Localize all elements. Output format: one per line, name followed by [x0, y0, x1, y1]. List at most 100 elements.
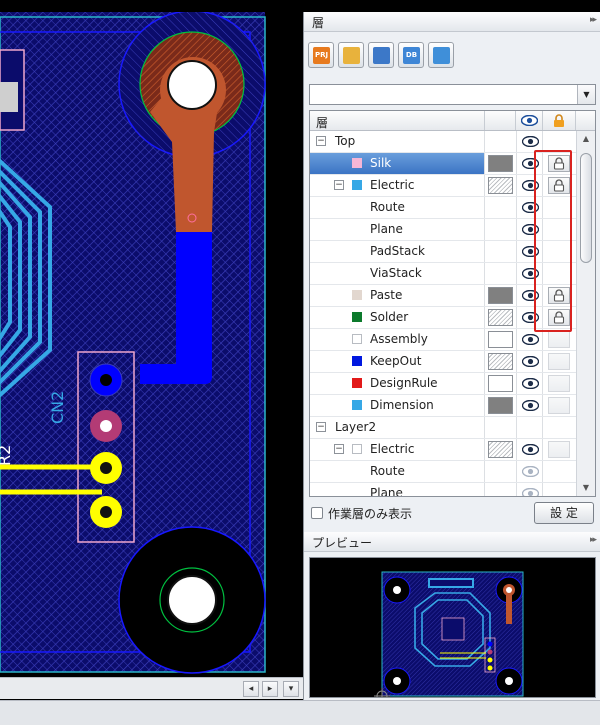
visibility-cell[interactable] — [516, 351, 543, 372]
layer-row[interactable]: DesignRule — [310, 373, 576, 395]
layer-display-color[interactable] — [488, 397, 513, 414]
visibility-cell[interactable] — [516, 131, 543, 152]
layer-row[interactable]: − Electric — [310, 439, 576, 461]
layer-name-cell[interactable]: Assembly — [310, 329, 485, 350]
layer-row[interactable]: ViaStack — [310, 263, 576, 285]
layer-row[interactable]: Route — [310, 461, 576, 483]
layer-display-color[interactable] — [488, 353, 513, 370]
layer-row[interactable]: KeepOut — [310, 351, 576, 373]
layer-filter-combo[interactable]: ▼ — [309, 84, 596, 105]
visibility-cell[interactable] — [516, 395, 543, 416]
only-work-layer-checkbox[interactable] — [311, 507, 323, 519]
scroll-down-button[interactable]: ▾ — [283, 681, 299, 697]
layer-name-cell[interactable]: Plane — [310, 219, 485, 240]
visibility-cell[interactable] — [516, 175, 543, 196]
lock-toggle[interactable] — [548, 397, 570, 414]
lock-toggle[interactable] — [548, 441, 570, 458]
lock-cell[interactable] — [543, 285, 576, 306]
settings-button[interactable]: 設 定 — [534, 502, 594, 524]
layer-name-cell[interactable]: − Layer2 — [310, 417, 485, 438]
layer-display-color[interactable] — [488, 177, 513, 194]
lock-toggle[interactable] — [548, 353, 570, 370]
lock-cell[interactable] — [543, 131, 576, 152]
layer-display-color[interactable] — [488, 155, 513, 172]
chevron-down-icon[interactable]: ▼ — [577, 85, 595, 104]
layer-row[interactable]: − Top — [310, 131, 576, 153]
lock-cell[interactable] — [543, 153, 576, 174]
lock-toggle[interactable] — [548, 287, 570, 304]
grid-tool-button[interactable] — [428, 42, 454, 68]
scroll-right-button[interactable]: ▸ — [262, 681, 278, 697]
layer-row[interactable]: − Layer2 — [310, 417, 576, 439]
visibility-cell[interactable] — [516, 241, 543, 262]
lock-cell[interactable] — [543, 307, 576, 328]
project-tool-button[interactable]: PRJ — [308, 42, 334, 68]
lock-cell[interactable] — [543, 329, 576, 350]
visibility-cell[interactable] — [516, 373, 543, 394]
layer-name-cell[interactable]: DesignRule — [310, 373, 485, 394]
visibility-cell[interactable] — [516, 461, 543, 482]
lock-cell[interactable] — [543, 395, 576, 416]
layer-name-cell[interactable]: Route — [310, 461, 485, 482]
collapse-toggle-icon[interactable]: − — [334, 444, 344, 454]
layer-row[interactable]: − Electric — [310, 175, 576, 197]
layer-row[interactable]: Plane — [310, 483, 576, 496]
lock-cell[interactable] — [543, 175, 576, 196]
layer-name-cell[interactable]: Dimension — [310, 395, 485, 416]
lock-cell[interactable] — [543, 417, 576, 438]
visibility-cell[interactable] — [516, 197, 543, 218]
layer-name-cell[interactable]: Route — [310, 197, 485, 218]
lock-toggle[interactable] — [548, 331, 570, 348]
layer-row[interactable]: Assembly — [310, 329, 576, 351]
lock-toggle[interactable] — [548, 309, 570, 326]
layer-display-color[interactable] — [488, 309, 513, 326]
layer-row[interactable]: Plane — [310, 219, 576, 241]
layer-row[interactable]: Dimension — [310, 395, 576, 417]
lock-cell[interactable] — [543, 373, 576, 394]
layer-name-cell[interactable]: ViaStack — [310, 263, 485, 284]
layer-name-cell[interactable]: Silk — [310, 153, 485, 174]
layer-grid-scrollbar[interactable]: ▲ ▼ — [576, 131, 595, 496]
layer-name-cell[interactable]: Plane — [310, 483, 485, 496]
visibility-cell[interactable] — [516, 285, 543, 306]
layer-name-cell[interactable]: − Electric — [310, 439, 485, 460]
layer-name-cell[interactable]: Paste — [310, 285, 485, 306]
collapse-toggle-icon[interactable]: − — [334, 180, 344, 190]
collapse-toggle-icon[interactable]: − — [316, 422, 326, 432]
lock-cell[interactable] — [543, 439, 576, 460]
canvas-scrollbar[interactable]: ◂ ▸ ▾ — [0, 677, 303, 699]
visibility-cell[interactable] — [516, 219, 543, 240]
visibility-cell[interactable] — [516, 307, 543, 328]
lock-cell[interactable] — [543, 241, 576, 262]
visibility-cell[interactable] — [516, 329, 543, 350]
collapse-arrows-icon[interactable]: ▸▸ — [590, 15, 597, 25]
db-tool-button[interactable]: DB — [398, 42, 424, 68]
layer-name-cell[interactable]: PadStack — [310, 241, 485, 262]
layer-row[interactable]: PadStack — [310, 241, 576, 263]
layer-name-cell[interactable]: Solder — [310, 307, 485, 328]
layers-tool-button[interactable] — [368, 42, 394, 68]
lock-cell[interactable] — [543, 197, 576, 218]
scroll-up-icon[interactable]: ▲ — [580, 133, 592, 145]
layer-name-cell[interactable]: − Electric — [310, 175, 485, 196]
layer-display-color[interactable] — [488, 331, 513, 348]
lock-toggle[interactable] — [548, 155, 570, 172]
collapse-toggle-icon[interactable]: − — [316, 136, 326, 146]
scroll-down-icon[interactable]: ▼ — [580, 482, 592, 494]
layer-row[interactable]: Route — [310, 197, 576, 219]
layer-display-color[interactable] — [488, 375, 513, 392]
layer-row[interactable]: Solder — [310, 307, 576, 329]
lock-cell[interactable] — [543, 351, 576, 372]
pcb-canvas[interactable]: CN2 R2 — [0, 12, 303, 707]
lock-cell[interactable] — [543, 219, 576, 240]
layer-name-cell[interactable]: − Top — [310, 131, 485, 152]
lock-cell[interactable] — [543, 461, 576, 482]
layer-display-color[interactable] — [488, 287, 513, 304]
preview-canvas[interactable] — [309, 557, 596, 698]
book-tool-button[interactable] — [338, 42, 364, 68]
collapse-arrows-icon[interactable]: ▸▸ — [590, 535, 597, 545]
lock-toggle[interactable] — [548, 375, 570, 392]
layer-row[interactable]: Paste — [310, 285, 576, 307]
lock-cell[interactable] — [543, 263, 576, 284]
visibility-cell[interactable] — [516, 483, 543, 496]
